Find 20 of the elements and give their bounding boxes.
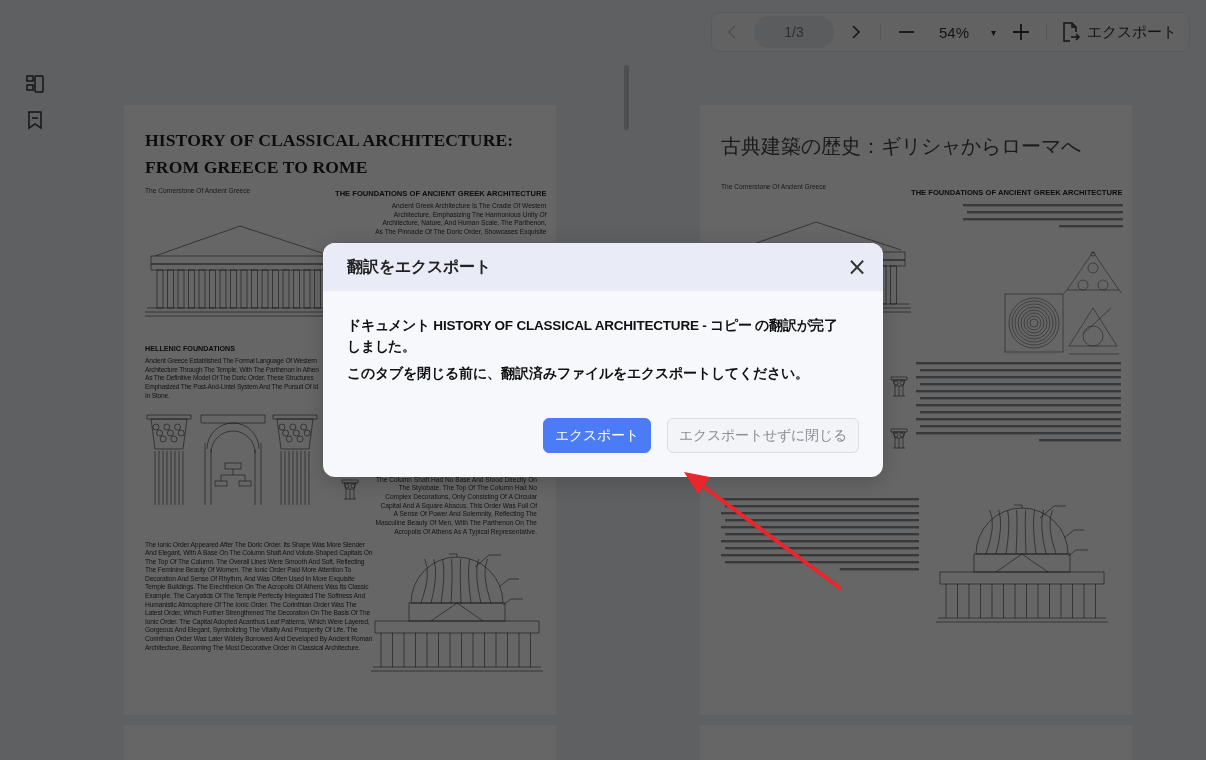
- zoom-dropdown-caret[interactable]: ▾: [991, 26, 996, 38]
- column-drawing: [341, 478, 359, 501]
- thumbnails-icon[interactable]: [24, 73, 46, 95]
- minus-icon: [898, 31, 914, 33]
- page-title: FROM GREECE TO ROME: [145, 156, 369, 179]
- dialog-title: 翻訳をエクスポート: [347, 256, 491, 277]
- dialog-message: このタブを閉じる前に、翻訳済みファイルをエクスポートしてください。: [347, 364, 810, 383]
- close-button[interactable]: ×: [846, 255, 867, 279]
- zoom-in-button[interactable]: [1010, 21, 1032, 43]
- export-icon: [1061, 21, 1081, 43]
- zoom-level: 54%: [939, 23, 971, 41]
- column-drawing: [890, 428, 908, 450]
- page-title: 古典建築の歴史：ギリシャからローマへ: [721, 134, 1082, 159]
- plus-icon: [1012, 23, 1030, 41]
- column-drawing: [890, 376, 908, 398]
- export-button[interactable]: エクスポート: [1061, 21, 1177, 43]
- export-button[interactable]: エクスポート: [543, 418, 651, 453]
- page-title: HISTORY OF CLASSICAL ARCHITECTURE:: [145, 129, 515, 152]
- dialog-message: ドキュメント HISTORY OF CLASSICAL ARCHITECTURE - コピー の翻訳が完了しました。: [347, 317, 839, 356]
- close-without-export-button[interactable]: エクスポートせずに閉じる: [667, 418, 859, 453]
